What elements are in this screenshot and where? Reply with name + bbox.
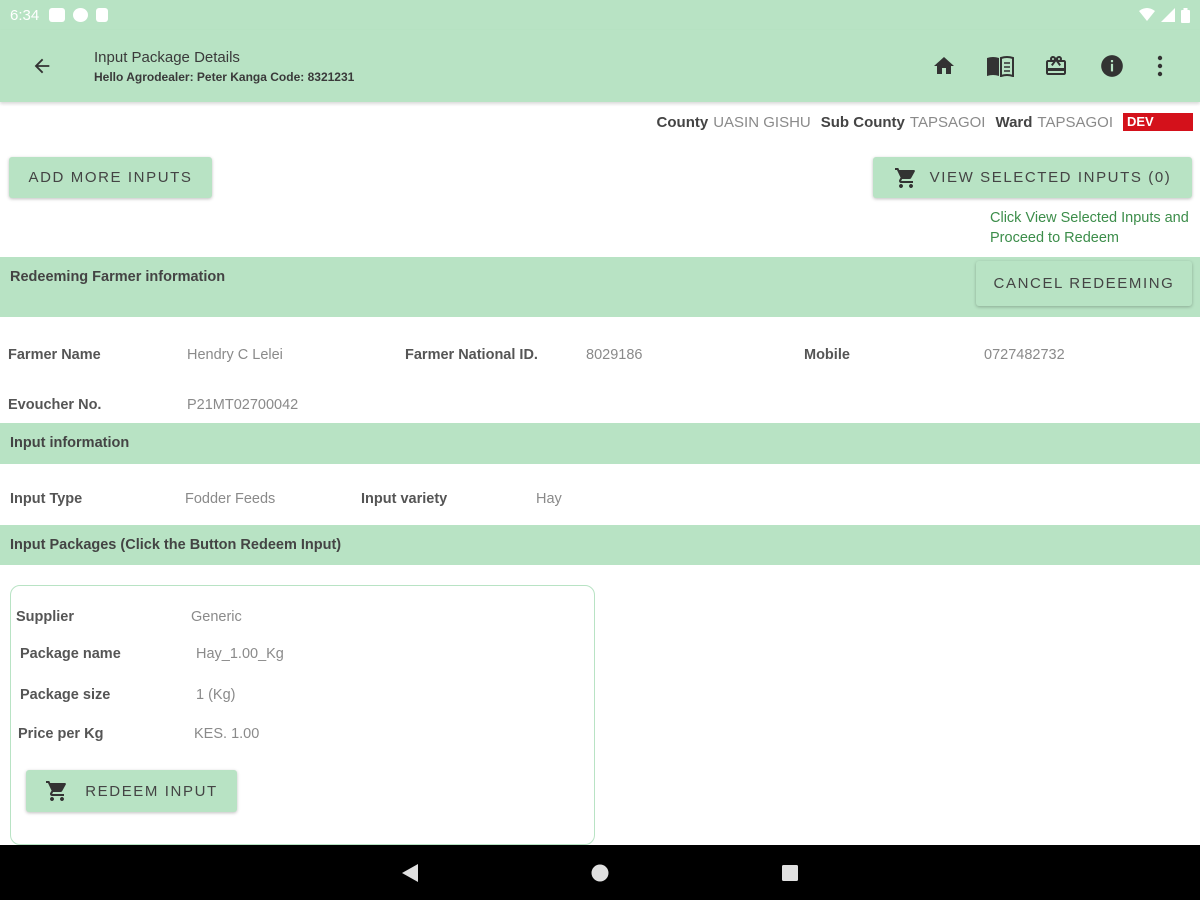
wifi-icon: [1139, 8, 1155, 21]
evoucher-label: Evoucher No.: [8, 397, 102, 413]
nav-back-icon: [402, 863, 418, 882]
location-bar: County UASIN GISHU Sub County TAPSAGOI W…: [657, 113, 1193, 131]
signal-icon: [1161, 8, 1175, 22]
mobile-label: Mobile: [804, 347, 850, 363]
info-icon: [1101, 55, 1123, 77]
home-icon: [934, 57, 954, 74]
county-value: UASIN GISHU: [713, 113, 811, 131]
nav-recents-icon: [782, 864, 798, 881]
package-name-label: Package name: [20, 646, 121, 662]
package-size-value: 1 (Kg): [196, 687, 236, 703]
ward-label: Ward: [995, 113, 1033, 131]
more-vert-icon: [1157, 55, 1163, 77]
farmer-name-label: Farmer Name: [8, 347, 101, 363]
farmer-section-title: Redeeming Farmer information: [10, 269, 226, 285]
cart-icon: [46, 781, 67, 801]
status-bar: 6:34: [0, 0, 1200, 30]
notification-icon: [73, 8, 89, 22]
evoucher-value: P21MT02700042: [187, 397, 299, 413]
packages-section-header: Input Packages (Click the Button Redeem …: [0, 525, 1200, 565]
redeem-input-label: REDEEM INPUT: [85, 782, 218, 800]
farmer-id-value: 8029186: [586, 347, 643, 363]
nav-home-button[interactable]: [570, 845, 630, 900]
package-name-value: Hay_1.00_Kg: [196, 646, 284, 662]
cancel-redeeming-label: CANCEL REDEEMING: [993, 275, 1175, 292]
view-selected-inputs-label: VIEW SELECTED INPUTS (0): [929, 169, 1172, 186]
input-info-section-header: Input information: [0, 423, 1200, 464]
ward-value: TAPSAGOI: [1037, 113, 1113, 131]
add-more-inputs-label: ADD MORE INPUTS: [28, 169, 193, 186]
env-badge: DEV: [1123, 113, 1193, 131]
gift-button[interactable]: [1028, 46, 1084, 86]
book-button[interactable]: [972, 46, 1028, 86]
package-size-label: Package size: [20, 687, 111, 703]
arrow-left-icon: [34, 58, 50, 74]
input-variety-value: Hay: [536, 491, 562, 507]
system-nav-bar: [0, 845, 1200, 900]
redeem-input-button[interactable]: REDEEM INPUT: [26, 770, 237, 812]
farmer-id-label: Farmer National ID.: [405, 347, 538, 363]
back-button[interactable]: [22, 46, 62, 86]
input-variety-label: Input variety: [361, 491, 448, 507]
status-time: 6:34: [10, 6, 40, 24]
page-subtitle: Hello Agrodealer: Peter Kanga Code: 8321…: [94, 69, 355, 84]
view-selected-inputs-button[interactable]: VIEW SELECTED INPUTS (0): [873, 157, 1192, 198]
subcounty-value: TAPSAGOI: [909, 113, 986, 131]
input-type-label: Input Type: [10, 491, 83, 507]
gift-icon: [1046, 56, 1066, 75]
nav-recents-button[interactable]: [760, 845, 820, 900]
home-button[interactable]: [916, 46, 972, 86]
supplier-value: Generic: [191, 609, 242, 625]
info-button[interactable]: [1084, 46, 1140, 86]
battery-icon: [1181, 7, 1190, 23]
more-options-button[interactable]: [1140, 46, 1180, 86]
book-icon: [987, 56, 1014, 77]
supplier-label: Supplier: [16, 609, 75, 625]
cancel-redeeming-button[interactable]: CANCEL REDEEMING: [976, 261, 1192, 306]
price-value: KES. 1.00: [194, 726, 260, 742]
nav-back-button[interactable]: [380, 845, 440, 900]
input-type-value: Fodder Feeds: [185, 491, 276, 507]
farmer-name-value: Hendry C Lelei: [187, 347, 283, 363]
notification-icon: [49, 8, 66, 22]
page-title: Input Package Details: [94, 48, 240, 66]
cart-icon: [894, 167, 915, 188]
input-info-section-title: Input information: [10, 435, 130, 451]
price-label: Price per Kg: [18, 726, 104, 742]
subcounty-label: Sub County: [820, 113, 905, 131]
mobile-value: 0727482732: [984, 347, 1065, 363]
nav-home-icon: [591, 864, 609, 881]
notification-icon: [96, 8, 109, 22]
add-more-inputs-button[interactable]: ADD MORE INPUTS: [9, 157, 212, 198]
redeem-hint: Click View Selected Inputs and Proceed t…: [990, 210, 1189, 246]
app-bar: Input Package Details Hello Agrodealer: …: [0, 30, 1200, 102]
county-label: County: [656, 113, 709, 131]
packages-section-title: Input Packages (Click the Button Redeem …: [10, 537, 342, 553]
